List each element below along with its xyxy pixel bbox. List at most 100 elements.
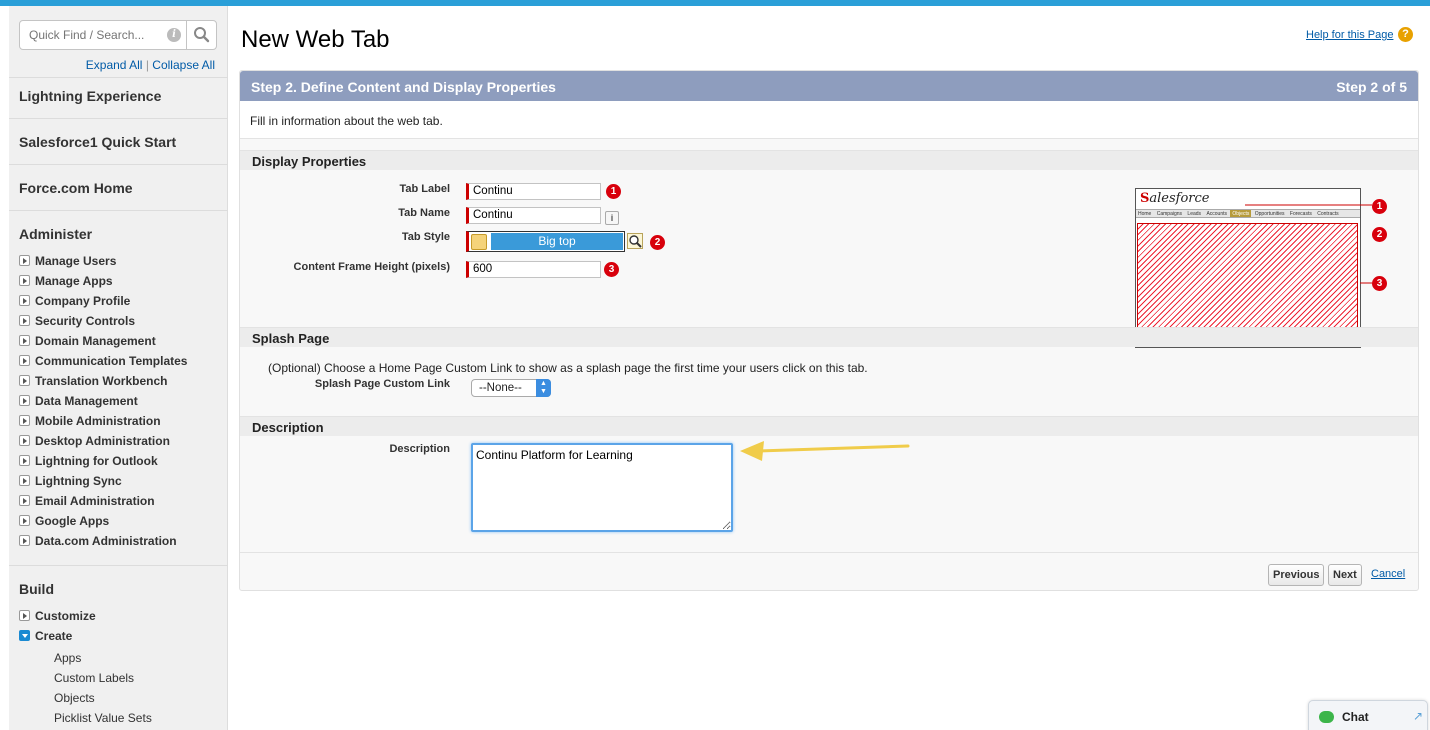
expand-icon[interactable] <box>19 255 30 266</box>
expand-icon[interactable] <box>19 275 30 286</box>
sidebar-item-google-apps[interactable]: Google Apps <box>19 513 109 529</box>
sidebar-item-lightning-sync[interactable]: Lightning Sync <box>19 473 122 489</box>
expand-icon[interactable] <box>19 355 30 366</box>
sidebar-item-customize[interactable]: Customize <box>19 608 96 624</box>
help-link[interactable]: Help for this Page <box>1306 29 1393 41</box>
step-header: Step 2. Define Content and Display Prope… <box>240 71 1418 101</box>
info-icon[interactable]: i <box>167 28 181 42</box>
expand-icon[interactable] <box>19 415 30 426</box>
lookup-icon[interactable] <box>627 233 643 249</box>
preview-nav-item: Home <box>1138 211 1152 217</box>
expand-icon[interactable] <box>19 295 30 306</box>
divider <box>9 118 228 119</box>
expand-icon[interactable] <box>19 435 30 446</box>
section-header-splash-page: Splash Page <box>240 327 1418 347</box>
sidebar-item-data-management[interactable]: Data Management <box>19 393 138 409</box>
sidebar-item-label: Lightning for Outlook <box>35 454 158 468</box>
sidebar-item-manage-apps[interactable]: Manage Apps <box>19 273 113 289</box>
cancel-link[interactable]: Cancel <box>1371 568 1405 580</box>
chat-bubble-icon <box>1319 711 1334 723</box>
tab-name-info-icon[interactable]: i <box>605 211 619 225</box>
help-icon[interactable]: ? <box>1398 27 1413 42</box>
sidebar-item-mobile-administration[interactable]: Mobile Administration <box>19 413 161 429</box>
annotation-arrow-icon <box>740 441 910 461</box>
expand-icon[interactable] <box>19 515 30 526</box>
description-textarea[interactable]: Continu Platform for Learning <box>471 443 733 532</box>
sidebar-subitem-custom-labels[interactable]: Custom Labels <box>54 671 134 685</box>
sidebar-item-label: Domain Management <box>35 334 156 348</box>
expand-icon[interactable] <box>19 315 30 326</box>
select-arrows-icon: ▲ ▼ <box>536 379 551 397</box>
sidebar-item-company-profile[interactable]: Company Profile <box>19 293 130 309</box>
tab-label-input[interactable]: Continu <box>466 183 601 200</box>
build-heading: Build <box>19 581 54 597</box>
collapse-icon[interactable] <box>19 630 30 641</box>
sidebar-subitem-apps[interactable]: Apps <box>54 651 81 665</box>
collapse-all-link[interactable]: Collapse All <box>152 58 215 72</box>
sidebar-item-security-controls[interactable]: Security Controls <box>19 313 135 329</box>
sidebar-item-communication-templates[interactable]: Communication Templates <box>19 353 187 369</box>
next-button[interactable]: Next <box>1328 564 1362 586</box>
sidebar-item-manage-users[interactable]: Manage Users <box>19 253 116 269</box>
intro-text: Fill in information about the web tab. <box>250 114 443 128</box>
previous-button[interactable]: Previous <box>1268 564 1325 586</box>
preview-marker-3-icon: 3 <box>1372 276 1387 291</box>
setup-sidebar: i Expand All | Collapse All Lightning Ex… <box>9 6 228 730</box>
sidebar-item-label: Email Administration <box>35 494 155 508</box>
sidebar-item-email-administration[interactable]: Email Administration <box>19 493 155 509</box>
section-title: Display Properties <box>252 154 367 169</box>
expand-icon[interactable] <box>19 455 30 466</box>
divider <box>9 164 228 165</box>
chat-widget[interactable]: Chat ↗ <box>1308 700 1428 730</box>
search-icon <box>194 27 210 43</box>
splash-link-select[interactable]: --None-- ▲ ▼ <box>471 379 551 397</box>
sidebar-item-label: Translation Workbench <box>35 374 168 388</box>
expand-icon[interactable] <box>19 335 30 346</box>
divider <box>9 77 228 78</box>
expand-icon[interactable] <box>19 395 30 406</box>
magnifier-icon <box>627 233 643 249</box>
search-button[interactable] <box>186 21 216 49</box>
sidebar-item-create[interactable]: Create <box>19 628 72 644</box>
sidebar-link-force-com-home[interactable]: Force.com Home <box>19 180 133 196</box>
sidebar-item-domain-management[interactable]: Domain Management <box>19 333 156 349</box>
divider <box>9 210 228 211</box>
expand-icon[interactable] <box>19 495 30 506</box>
tab-name-input[interactable]: Continu <box>466 207 601 224</box>
expand-icon[interactable] <box>19 475 30 486</box>
sidebar-link-salesforce1-quick-start[interactable]: Salesforce1 Quick Start <box>19 134 176 150</box>
step-title: Step 2. Define Content and Display Prope… <box>251 79 556 95</box>
splash-description: (Optional) Choose a Home Page Custom Lin… <box>268 361 868 375</box>
tab-style-selector[interactable]: Big top <box>466 231 625 252</box>
splash-link-value: --None-- <box>479 382 522 394</box>
sidebar-subitem-objects[interactable]: Objects <box>54 691 95 705</box>
expand-icon[interactable] <box>19 535 30 546</box>
preview-logo-text: alesforce <box>1149 191 1210 206</box>
sidebar-item-label: Lightning Sync <box>35 474 122 488</box>
expand-icon[interactable] <box>19 610 30 621</box>
wizard-panel: Step 2. Define Content and Display Prope… <box>239 70 1419 591</box>
sidebar-item-label: Company Profile <box>35 294 131 308</box>
section-title: Description <box>252 420 324 435</box>
quick-find-input[interactable] <box>20 21 190 49</box>
tab-style-label: Tab Style <box>401 231 450 243</box>
footer-divider <box>240 552 1418 553</box>
sidebar-subitem-picklist-value-sets[interactable]: Picklist Value Sets <box>54 711 152 725</box>
step-progress: Step 2 of 5 <box>1336 79 1407 95</box>
sidebar-item-translation-workbench[interactable]: Translation Workbench <box>19 373 167 389</box>
frame-height-input[interactable]: 600 <box>466 261 601 278</box>
sidebar-item-label: Data.com Administration <box>35 534 177 548</box>
expand-icon[interactable] <box>19 375 30 386</box>
expand-all-link[interactable]: Expand All <box>86 58 143 72</box>
expand-collapse-links: Expand All | Collapse All <box>86 58 215 72</box>
sidebar-item-data-com-administration[interactable]: Data.com Administration <box>19 533 177 549</box>
page-title: New Web Tab <box>241 26 390 53</box>
preview-nav-item: Accounts <box>1206 211 1228 217</box>
preview-nav-item: Leads <box>1187 211 1202 217</box>
sidebar-item-lightning-for-outlook[interactable]: Lightning for Outlook <box>19 453 158 469</box>
preview-logo: Salesforce <box>1140 191 1210 206</box>
sidebar-link-lightning-experience[interactable]: Lightning Experience <box>19 88 161 104</box>
sidebar-item-desktop-administration[interactable]: Desktop Administration <box>19 433 170 449</box>
marker-2-icon: 2 <box>650 235 665 250</box>
expand-arrow-icon[interactable]: ↗ <box>1413 709 1423 723</box>
